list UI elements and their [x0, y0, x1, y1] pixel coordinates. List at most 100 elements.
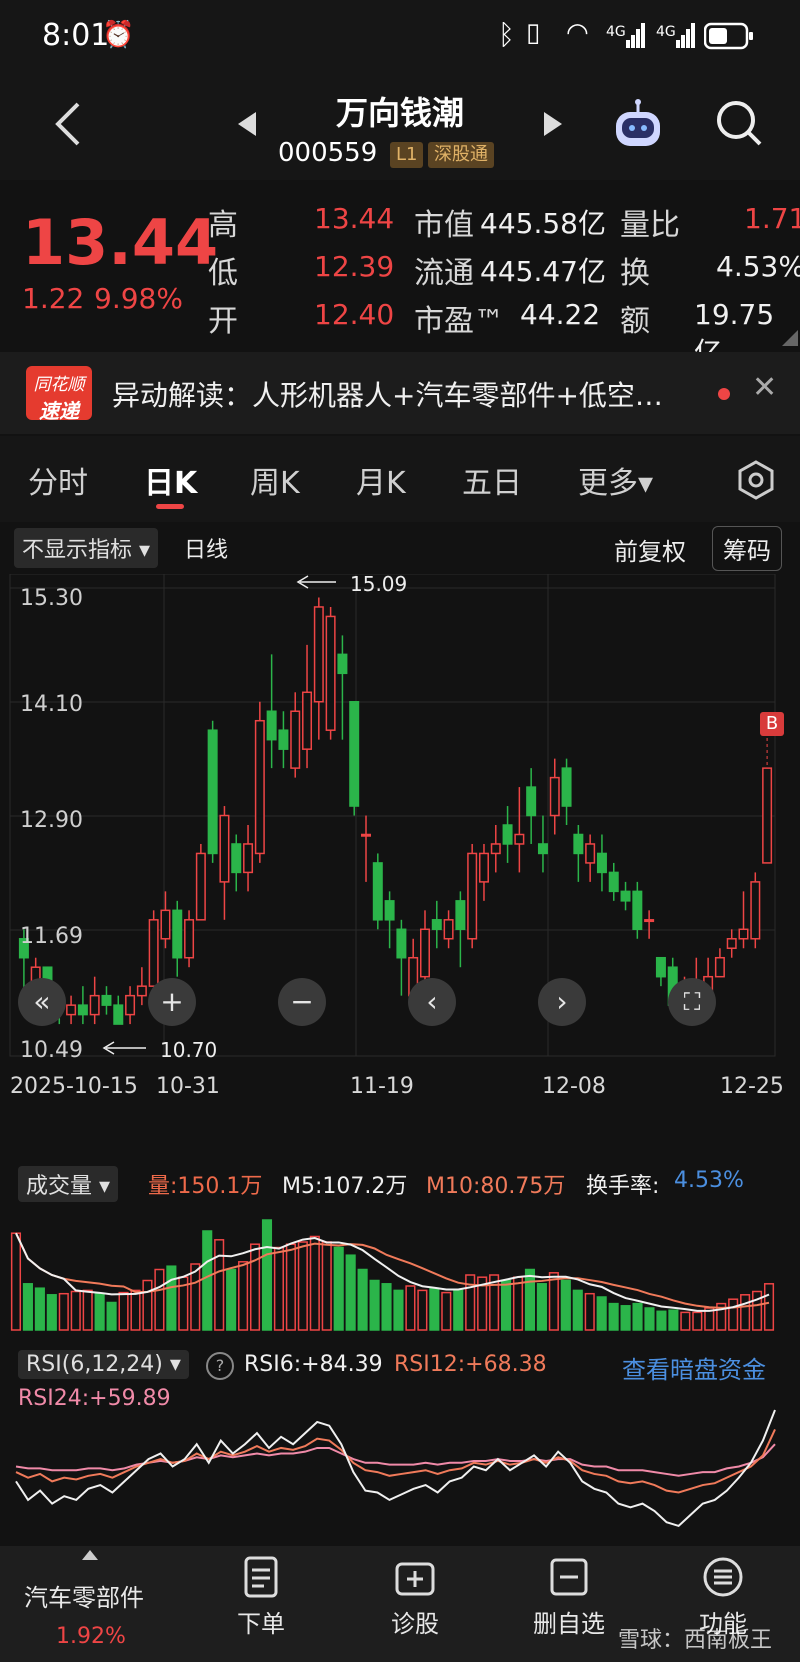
connect-badge: 深股通 [428, 142, 494, 168]
tab-monthly-k[interactable]: 月K [356, 458, 406, 502]
candle-body [632, 890, 643, 931]
robot-assistant-icon[interactable] [610, 98, 666, 154]
volume-bar [608, 1302, 619, 1331]
turnover-rate-label: 换手率: [586, 1174, 660, 1199]
dark-pool-link[interactable]: 查看暗盘资金 [622, 1350, 766, 1385]
chips-button[interactable]: 筹码 [712, 526, 782, 571]
volume-select[interactable]: 成交量 ▾ [18, 1166, 119, 1202]
net1-label: 4G [606, 24, 626, 40]
candle-body [726, 938, 737, 949]
menu-icon [703, 1557, 743, 1597]
news-text[interactable]: 异动解读：人形机器人+汽车零部件+低空… [112, 374, 663, 414]
chart-toolbar: 不显示指标 ▾ 日线 前复权 筹码 [0, 522, 800, 574]
rsi12-value: RSI12:+68.38 [394, 1352, 547, 1377]
adjust-label[interactable]: 前复权 [614, 532, 686, 567]
volume-bar [333, 1246, 344, 1331]
candle-body [419, 928, 430, 978]
tab-five-day[interactable]: 五日 [462, 458, 522, 502]
candle-body [148, 919, 159, 987]
volume-bar [417, 1289, 428, 1331]
level-badge: L1 [390, 142, 424, 168]
search-icon[interactable] [714, 98, 766, 150]
volume-bar [46, 1294, 57, 1331]
rsi24-line [15, 1443, 776, 1477]
next-stock-icon[interactable] [542, 110, 564, 138]
volume-bar [692, 1311, 703, 1331]
candle-body [431, 919, 442, 931]
candle-body [714, 956, 725, 978]
settings-hex-icon[interactable] [736, 460, 776, 500]
kline-chart[interactable]: 15.30 14.10 12.90 11.69 10.49 15.09 10.7… [0, 572, 800, 1114]
mktcap-value: 445.58亿 [480, 207, 606, 240]
fullscreen-button[interactable]: ⛶ [668, 978, 716, 1026]
tab-weekly-k[interactable]: 周K [250, 458, 300, 502]
candle-body [231, 843, 242, 874]
candle-body [537, 843, 548, 855]
volume-bar [740, 1294, 751, 1331]
candle-body [337, 653, 348, 675]
candle-body [195, 852, 206, 921]
candle-body [219, 814, 230, 883]
volume-bar [70, 1290, 81, 1331]
order-button[interactable]: 下单 [186, 1556, 336, 1639]
volume-bar [58, 1292, 69, 1331]
rsi-chart [0, 1408, 800, 1528]
candle-body [313, 606, 324, 703]
volume-bar [453, 1289, 464, 1331]
candle-body [243, 843, 254, 874]
tab-daily-k[interactable]: 日K [144, 458, 197, 502]
sector-name[interactable]: 汽车零部件 [24, 1578, 144, 1613]
expand-quote-icon[interactable] [780, 330, 798, 346]
x-tick-1: 10-31 [156, 1074, 220, 1099]
signal1-icon [626, 23, 645, 48]
candle-body [502, 824, 513, 845]
candle-body [549, 776, 560, 817]
volume-bar [273, 1246, 284, 1331]
volume-m10: M10:80.75万 [426, 1174, 566, 1199]
watermark: 雪球：西南板王 [618, 1628, 773, 1653]
volume-m5: M5:107.2万 [282, 1174, 408, 1199]
news-ticker[interactable]: 同花顺 速递 异动解读：人形机器人+汽车零部件+低空… ✕ [0, 352, 800, 434]
scroll-left-button[interactable]: ‹ [408, 978, 456, 1026]
candle-body [585, 843, 596, 864]
high-label: 高 [208, 208, 238, 243]
volume-bar [285, 1243, 296, 1331]
rsi-select[interactable]: RSI(6,12,24) ▾ [18, 1350, 189, 1379]
volume-m5-line [15, 1232, 770, 1312]
volume-bar [536, 1283, 547, 1331]
low-value: 12.39 [314, 250, 395, 283]
candle-body [77, 1004, 88, 1016]
diagnose-button[interactable]: 诊股 [340, 1556, 490, 1639]
zoom-out-button[interactable]: − [278, 978, 326, 1026]
volume-ratio-label: 量比 [620, 208, 680, 243]
volume-svg [10, 1219, 775, 1331]
volume-bar [680, 1311, 691, 1331]
candle-body [750, 881, 761, 940]
volume-bar [261, 1219, 273, 1331]
rsi6-value: RSI6:+84.39 [244, 1352, 383, 1377]
candle-body [160, 909, 171, 940]
candle-body [254, 719, 265, 855]
stock-code: 000559 [278, 138, 378, 168]
tab-more[interactable]: 更多▾ [578, 458, 653, 502]
bottom-nav: 汽车零部件 1.92% 下单 诊股 删自选 功能 雪球：西南板王 [0, 1546, 800, 1662]
volume-bar [345, 1254, 356, 1331]
help-icon[interactable]: ? [206, 1352, 234, 1380]
volume-bar [524, 1268, 536, 1331]
clock: 8:01 [42, 18, 110, 53]
volume-bar [321, 1241, 332, 1331]
zoom-in-button[interactable]: + [148, 978, 196, 1026]
volume-bar [548, 1272, 559, 1331]
tab-intraday[interactable]: 分时 [28, 458, 88, 502]
indicator-select[interactable]: 不显示指标 ▾ [14, 528, 159, 568]
low-label: 低 [208, 256, 238, 291]
buy-marker[interactable]: B [760, 712, 784, 736]
scroll-right-button[interactable]: › [538, 978, 586, 1026]
rewind-button[interactable]: « [18, 978, 66, 1026]
y-tick-2: 12.90 [20, 808, 83, 833]
candle-body [372, 862, 383, 921]
candle-body [644, 919, 655, 923]
volume-bar [238, 1261, 249, 1331]
kline-svg[interactable] [0, 574, 800, 1114]
close-icon[interactable]: ✕ [752, 370, 777, 405]
